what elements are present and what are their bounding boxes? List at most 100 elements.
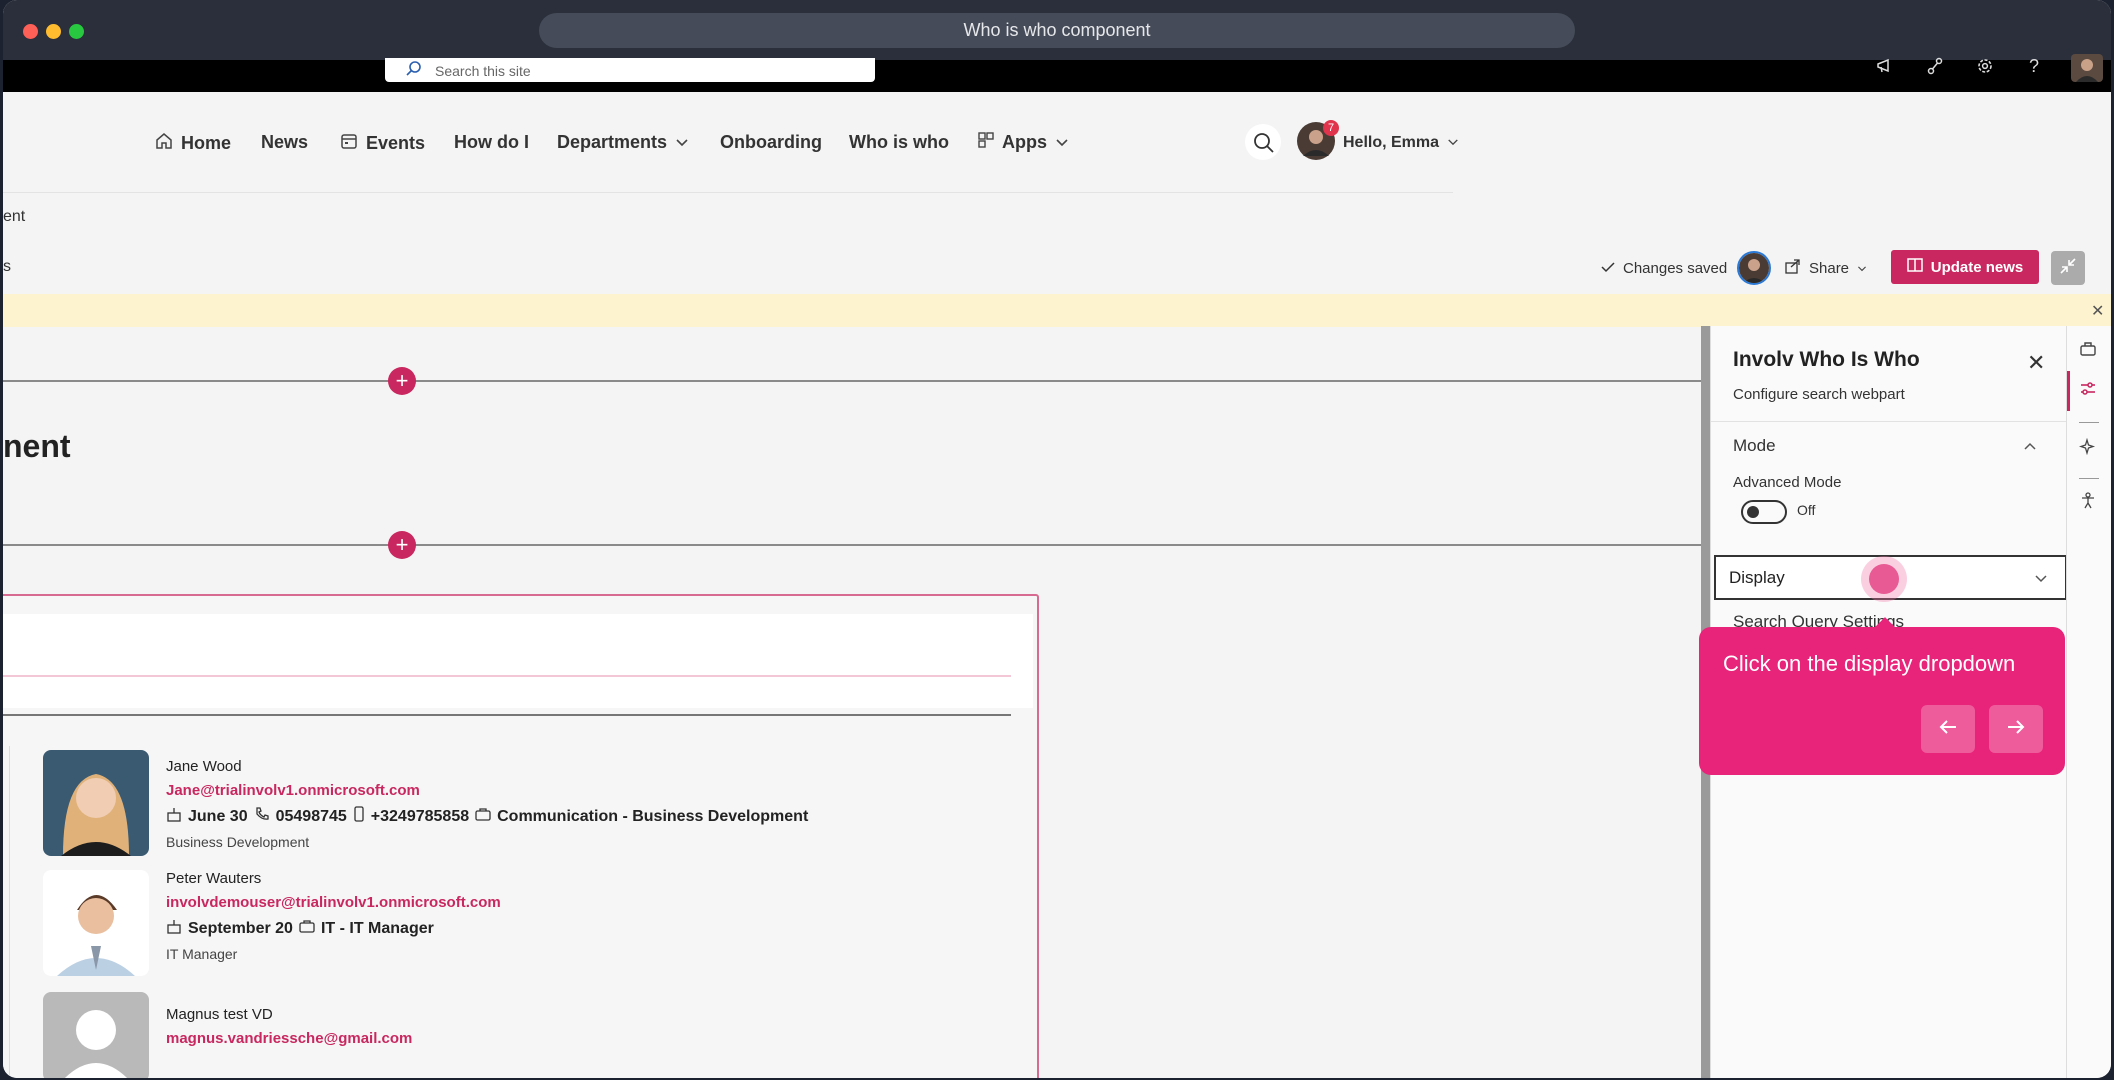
nav-news[interactable]: News xyxy=(261,132,308,153)
phone-icon xyxy=(254,806,270,827)
search-icon xyxy=(1253,132,1275,159)
arrow-left-icon xyxy=(1938,714,1958,741)
webpart-header xyxy=(3,614,1033,708)
person-details: September 20 IT - IT Manager xyxy=(166,918,434,939)
section-divider xyxy=(3,380,1701,382)
add-section-button[interactable]: + xyxy=(388,531,416,559)
mobile-icon xyxy=(353,806,365,827)
person-email[interactable]: magnus.vandriessche@gmail.com xyxy=(166,1030,412,1047)
user-avatar-small[interactable] xyxy=(2071,54,2103,82)
collapse-icon xyxy=(2059,257,2077,280)
chevron-down-icon xyxy=(1857,260,1867,277)
address-bar[interactable]: Who is who component xyxy=(539,13,1575,48)
person-name: Jane Wood xyxy=(166,758,242,775)
person-email[interactable]: involvdemouser@trialinvolv1.onmicrosoft.… xyxy=(166,894,501,911)
divider xyxy=(1711,421,2067,422)
chevron-down-icon xyxy=(675,132,689,153)
share-network-icon[interactable] xyxy=(1925,56,1945,84)
person-details: June 30 05498745 +3249785858 Communicati… xyxy=(166,806,808,827)
person-name: Magnus test VD xyxy=(166,1006,273,1023)
accessibility-icon[interactable] xyxy=(2079,492,2097,515)
close-window-button[interactable] xyxy=(23,24,38,39)
rail-active-indicator xyxy=(2067,371,2070,411)
person-photo-placeholder xyxy=(43,992,149,1078)
chevron-down-icon xyxy=(1447,134,1459,152)
nav-who-is-who[interactable]: Who is who xyxy=(849,132,949,153)
megaphone-icon[interactable] xyxy=(1875,56,1895,84)
nav-onboarding[interactable]: Onboarding xyxy=(720,132,822,153)
gear-icon[interactable] xyxy=(1975,56,1995,84)
chevron-up-icon[interactable] xyxy=(2023,438,2037,456)
apps-icon xyxy=(978,132,994,153)
help-icon[interactable]: ? xyxy=(2029,56,2039,84)
person-photo xyxy=(43,750,149,856)
toolbox-icon[interactable] xyxy=(2079,340,2097,363)
notification-banner: ✕ xyxy=(3,294,2111,327)
nav-how-do-i[interactable]: How do I xyxy=(454,132,529,153)
advanced-mode-toggle[interactable] xyxy=(1741,500,1787,524)
chevron-down-icon xyxy=(2034,571,2048,589)
property-rail xyxy=(2066,326,2111,1078)
person-email[interactable]: Jane@trialinvolv1.onmicrosoft.com xyxy=(166,782,420,799)
display-label: Display xyxy=(1729,568,1785,587)
person-photo xyxy=(43,870,149,976)
page-title-partial: nent xyxy=(3,428,71,464)
changes-saved-status: Changes saved xyxy=(1601,252,1727,284)
advanced-mode-label: Advanced Mode xyxy=(1733,474,1842,491)
notification-badge: 7 xyxy=(1323,120,1339,136)
site-search-box[interactable]: Search this site xyxy=(385,58,875,82)
divider xyxy=(2079,478,2099,479)
who-is-who-webpart[interactable]: Jane Wood Jane@trialinvolv1.onmicrosoft.… xyxy=(3,594,1039,1078)
advanced-mode-state: Off xyxy=(1797,502,1816,518)
title-bar: Who is who component xyxy=(3,0,2111,60)
user-menu[interactable]: Hello, Emma xyxy=(1343,134,1459,152)
tour-next-button[interactable] xyxy=(1989,705,2043,753)
update-news-button[interactable]: Update news xyxy=(1891,250,2039,284)
cake-icon xyxy=(166,806,182,827)
nav-events[interactable]: Events xyxy=(340,132,425,155)
nav-apps[interactable]: Apps xyxy=(978,132,1069,153)
close-icon[interactable]: ✕ xyxy=(2091,301,2104,321)
close-icon[interactable]: ✕ xyxy=(2027,350,2045,376)
site-navigation: Home News Events How do I Departments On… xyxy=(3,92,1458,193)
subnav-partial: s xyxy=(3,258,11,275)
list-track xyxy=(9,746,10,1078)
breadcrumb-partial: ent xyxy=(3,208,26,225)
search-placeholder: Search this site xyxy=(435,63,531,79)
toggle-knob xyxy=(1747,506,1759,518)
nav-search-button[interactable] xyxy=(1245,124,1281,160)
tooltip-text: Click on the display dropdown xyxy=(1723,651,2016,676)
section-divider xyxy=(3,544,1701,546)
panel-title: Involv Who Is Who xyxy=(1733,348,1920,371)
cake-icon xyxy=(166,918,182,939)
calendar-icon xyxy=(340,132,358,155)
nav-departments[interactable]: Departments xyxy=(557,132,689,153)
panel-subtitle: Configure search webpart xyxy=(1733,386,1905,403)
chevron-down-icon xyxy=(1055,132,1069,153)
check-icon xyxy=(1601,260,1615,277)
divider xyxy=(2079,422,2099,423)
tour-tooltip: Click on the display dropdown xyxy=(1699,617,2065,775)
share-button[interactable]: Share xyxy=(1785,252,1867,284)
tour-back-button[interactable] xyxy=(1921,705,1975,753)
maximize-window-button[interactable] xyxy=(69,24,84,39)
divider xyxy=(3,675,1011,677)
tour-hotspot[interactable] xyxy=(1861,556,1907,602)
user-avatar[interactable]: 7 xyxy=(1297,120,1339,160)
book-icon xyxy=(1906,258,1923,276)
person-department: Business Development xyxy=(166,834,310,850)
add-section-button[interactable]: + xyxy=(388,367,416,395)
divider xyxy=(3,714,1011,716)
person-name: Peter Wauters xyxy=(166,870,262,887)
suite-bar xyxy=(3,60,2111,92)
minimize-window-button[interactable] xyxy=(46,24,61,39)
collapse-button[interactable] xyxy=(2051,251,2085,285)
tour-hotspot-dot xyxy=(1869,564,1899,594)
briefcase-icon xyxy=(299,918,315,939)
editor-avatar[interactable] xyxy=(1737,251,1771,285)
sparkle-icon[interactable] xyxy=(2078,437,2097,461)
sliders-icon[interactable] xyxy=(2079,380,2097,403)
nav-home[interactable]: Home xyxy=(155,132,231,155)
mode-section-header[interactable]: Mode xyxy=(1733,436,1776,456)
person-department: IT Manager xyxy=(166,946,238,962)
